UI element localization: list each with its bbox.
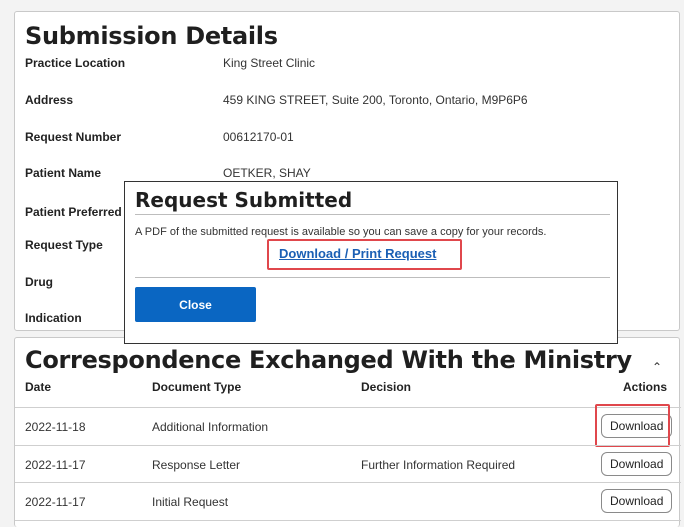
chevron-up-icon[interactable]: ⌃ xyxy=(652,360,662,374)
row-date: 2022-11-17 xyxy=(25,458,86,472)
correspondence-panel: Correspondence Exchanged With the Minist… xyxy=(14,337,681,527)
dialog-title: Request Submitted xyxy=(135,188,353,212)
row-document-type: Initial Request xyxy=(152,495,229,509)
download-button[interactable]: Download xyxy=(601,452,673,476)
correspondence-title: Correspondence Exchanged With the Minist… xyxy=(25,346,632,374)
row-decision: Further Information Required xyxy=(361,458,516,472)
col-header-decision: Decision xyxy=(361,380,412,394)
request-number-value: 00612170-01 xyxy=(223,130,294,144)
dialog-footer-divider xyxy=(135,277,610,278)
patient-preferred-label: Patient Preferred xyxy=(25,205,122,219)
download-button[interactable]: Download xyxy=(601,489,673,513)
row-divider xyxy=(15,520,681,521)
patient-name-label: Patient Name xyxy=(25,166,102,180)
dialog-title-divider xyxy=(135,214,610,215)
request-type-label: Request Type xyxy=(25,238,103,252)
highlight-box xyxy=(267,239,462,270)
dialog-message: A PDF of the submitted request is availa… xyxy=(135,226,547,238)
row-date: 2022-11-18 xyxy=(25,420,86,434)
col-header-date: Date xyxy=(25,380,52,394)
row-document-type: Additional Information xyxy=(152,420,269,434)
col-header-actions: Actions xyxy=(623,380,668,394)
request-number-label: Request Number xyxy=(25,130,122,144)
row-divider xyxy=(15,482,681,483)
practice-location-label: Practice Location xyxy=(25,56,126,70)
patient-name-value: OETKER, SHAY xyxy=(223,166,311,180)
highlight-box xyxy=(595,404,670,447)
indication-label: Indication xyxy=(25,311,82,325)
row-document-type: Response Letter xyxy=(152,458,241,472)
row-date: 2022-11-17 xyxy=(25,495,86,509)
address-label: Address xyxy=(25,93,74,107)
table-header-divider xyxy=(15,407,681,408)
practice-location-value: King Street Clinic xyxy=(223,56,316,70)
submission-details-title: Submission Details xyxy=(25,22,278,50)
drug-label: Drug xyxy=(25,275,53,289)
address-value: 459 KING STREET, Suite 200, Toronto, Ont… xyxy=(223,93,528,107)
request-submitted-dialog: Request Submitted A PDF of the submitted… xyxy=(124,181,618,344)
col-header-document-type: Document Type xyxy=(152,380,242,394)
close-button[interactable]: Close xyxy=(135,287,256,322)
row-divider xyxy=(15,445,681,446)
